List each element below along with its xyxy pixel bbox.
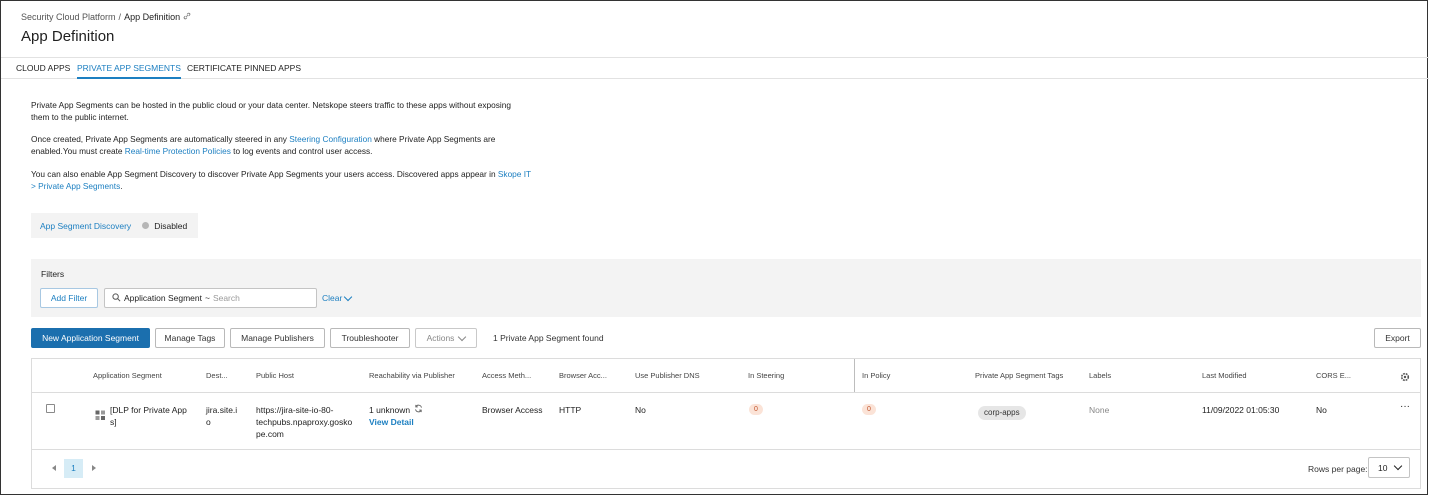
destination-line: jira.site.i: [206, 405, 238, 415]
actions-dropdown[interactable]: Actions: [415, 328, 477, 348]
rows-per-page-select[interactable]: 10: [1368, 457, 1410, 478]
filters-panel: Filters Add Filter Application Segment ~…: [31, 259, 1421, 317]
prev-page-icon[interactable]: [52, 465, 56, 471]
column-divider[interactable]: [854, 359, 855, 392]
cell-public-host: https://jira-site-io-80- techpubs.npapro…: [256, 404, 352, 440]
search-input[interactable]: Application Segment ~ Search: [104, 288, 317, 308]
in-steering-badge: 0: [749, 404, 763, 415]
cell-cors: No: [1316, 405, 1327, 415]
cell-destination: jira.site.i o: [206, 404, 237, 428]
column-header-last-modified[interactable]: Last Modified: [1202, 371, 1247, 380]
column-header-labels[interactable]: Labels: [1089, 371, 1111, 380]
column-header-in-policy[interactable]: In Policy: [862, 371, 890, 380]
cell-application-segment[interactable]: [DLP for Private App s]: [110, 404, 195, 428]
clear-filters-button[interactable]: Clear: [322, 292, 353, 303]
actions-label: Actions: [426, 333, 455, 343]
filter-operator: ~: [204, 293, 210, 303]
cell-use-publisher-dns: No: [635, 405, 646, 415]
reachability-status: 1 unknown: [369, 405, 411, 415]
discovery-status: Disabled: [154, 220, 188, 231]
chevron-down-icon: [344, 292, 353, 301]
column-header-browser-access[interactable]: Browser Acc...: [559, 371, 607, 380]
search-placeholder: Search: [212, 293, 240, 303]
row-checkbox[interactable]: [46, 404, 55, 413]
table-header: Application Segment Dest... Public Host …: [32, 359, 1420, 393]
gear-icon[interactable]: [1400, 369, 1410, 387]
app-window: Security Cloud Platform / App Definition…: [0, 0, 1429, 495]
destination-line: o: [206, 417, 211, 427]
intro-text: to log events and control user access.: [230, 146, 373, 156]
column-header-in-steering[interactable]: In Steering: [748, 371, 784, 380]
segment-name-line: s]: [110, 417, 117, 427]
host-line: techpubs.npaproxy.gosko: [256, 417, 353, 427]
breadcrumb-current: App Definition: [124, 12, 181, 22]
breadcrumb-root[interactable]: Security Cloud Platform: [21, 12, 116, 22]
cell-browser-access: HTTP: [559, 405, 582, 415]
troubleshooter-button[interactable]: Troubleshooter: [330, 328, 410, 348]
link-icon[interactable]: [183, 12, 191, 22]
app-segment-discovery-link[interactable]: App Segment Discovery: [40, 221, 131, 231]
add-filter-button[interactable]: Add Filter: [40, 288, 98, 308]
intro-paragraph-2: Once created, Private App Segments are a…: [31, 133, 531, 157]
results-count: 1 Private App Segment found: [493, 333, 604, 343]
cell-last-modified: 11/09/2022 01:05:30: [1202, 405, 1280, 415]
manage-publishers-button[interactable]: Manage Publishers: [230, 328, 325, 348]
column-header-tags[interactable]: Private App Segment Tags: [975, 371, 1063, 380]
status-dot-icon: [142, 222, 150, 229]
steering-configuration-link[interactable]: Steering Configuration: [289, 134, 372, 144]
clear-label: Clear: [322, 293, 343, 303]
chevron-down-icon: [458, 332, 467, 341]
cell-access-method: Browser Access: [482, 405, 543, 415]
manage-tags-button[interactable]: Manage Tags: [155, 328, 225, 348]
app-segment-discovery-panel: App Segment Discovery Disabled: [31, 213, 198, 238]
segment-tag: corp-apps: [978, 406, 1026, 420]
tab-certificate-pinned-apps[interactable]: CERTIFICATE PINNED APPS: [187, 58, 301, 79]
column-header-destination[interactable]: Dest...: [206, 371, 228, 380]
column-header-application-segment[interactable]: Application Segment: [93, 371, 162, 380]
table-footer: 1 Rows per page: 10: [32, 450, 1420, 488]
breadcrumb: Security Cloud Platform / App Definition: [21, 12, 191, 22]
column-header-use-publisher-dns[interactable]: Use Publisher DNS: [635, 371, 700, 380]
rows-per-page-label: Rows per page:: [1308, 464, 1368, 474]
more-options-icon[interactable]: ···: [1400, 401, 1410, 413]
segments-table: Application Segment Dest... Public Host …: [31, 358, 1421, 489]
tab-bar: CLOUD APPS PRIVATE APP SEGMENTS CERTIFIC…: [1, 57, 1429, 79]
chevron-down-icon: [1394, 461, 1403, 471]
export-button[interactable]: Export: [1374, 328, 1421, 348]
table-row[interactable]: [DLP for Private App s] jira.site.i o ht…: [32, 393, 1420, 450]
cell-reachability: 1 unknown View Detail: [369, 404, 423, 428]
intro-paragraph-3: You can also enable App Segment Discover…: [31, 168, 531, 192]
column-header-public-host[interactable]: Public Host: [256, 371, 294, 380]
cell-labels: None: [1089, 405, 1110, 415]
refresh-icon[interactable]: [414, 404, 423, 416]
tab-private-app-segments[interactable]: PRIVATE APP SEGMENTS: [77, 58, 181, 79]
segment-name-line: [DLP for Private App: [110, 405, 187, 415]
intro-paragraph-1: Private App Segments can be hosted in th…: [31, 100, 511, 122]
app-segment-icon: [95, 408, 106, 426]
intro-text: Once created, Private App Segments are a…: [31, 134, 290, 144]
column-header-cors[interactable]: CORS E...: [1316, 371, 1351, 380]
new-application-segment-button[interactable]: New Application Segment: [31, 328, 150, 348]
page-number-button[interactable]: 1: [64, 459, 83, 478]
filters-title: Filters: [41, 269, 65, 279]
page-title: App Definition: [21, 28, 115, 45]
column-header-reachability[interactable]: Reachability via Publisher: [369, 371, 455, 380]
tab-cloud-apps[interactable]: CLOUD APPS: [16, 58, 70, 79]
search-icon: [112, 292, 121, 304]
column-header-access-method[interactable]: Access Meth...: [482, 371, 531, 380]
intro-text: You can also enable App Segment Discover…: [31, 169, 498, 179]
breadcrumb-separator: /: [118, 12, 122, 22]
in-policy-badge: 0: [862, 404, 876, 415]
host-line: https://jira-site-io-80-: [256, 405, 334, 415]
rows-per-page-value: 10: [1378, 462, 1388, 473]
filter-field: Application Segment: [124, 293, 202, 303]
intro-text: .: [120, 181, 123, 191]
host-line: pe.com: [256, 429, 284, 439]
view-detail-link[interactable]: View Detail: [369, 416, 423, 428]
next-page-icon[interactable]: [92, 465, 96, 471]
real-time-protection-policies-link[interactable]: Real-time Protection Policies: [125, 146, 231, 156]
